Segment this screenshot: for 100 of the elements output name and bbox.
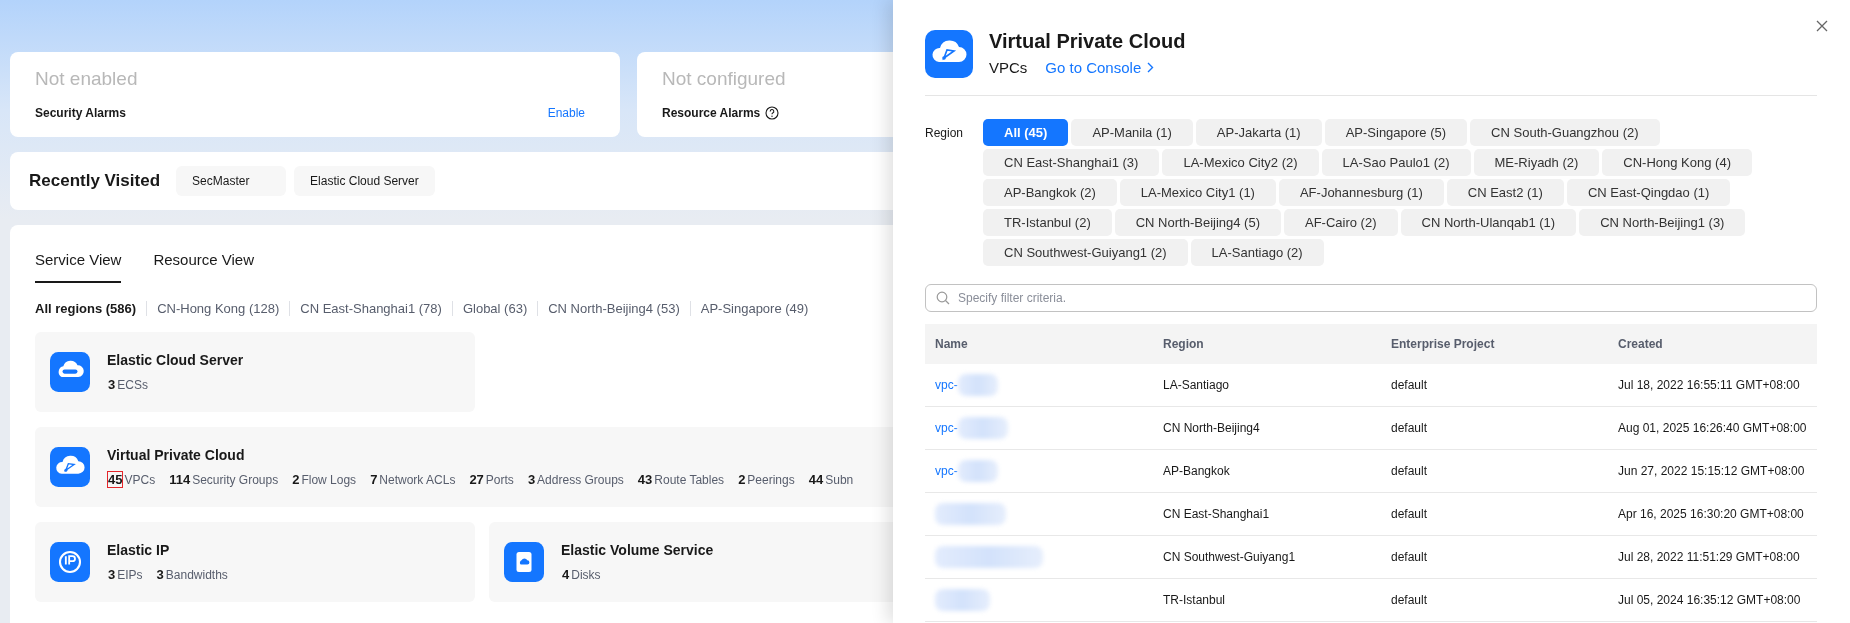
table-cell: default bbox=[1381, 536, 1608, 579]
alarm-status: Not configured bbox=[662, 68, 787, 91]
service-card[interactable]: Virtual Private Cloud 45VPCs 114Security Groups 2 Flow Logs 7 Network ACLs 27Ports 3Address Groups 43 Route Tables 2 Peerings 44Subn bbox=[35, 427, 893, 507]
region-chip[interactable]: All (45) bbox=[983, 119, 1069, 146]
resource-count[interactable]: 44Subn bbox=[807, 472, 854, 487]
resource-count[interactable]: 2 Flow Logs bbox=[291, 472, 357, 487]
table-cell: TR-Istanbul bbox=[1153, 579, 1381, 622]
service-icon bbox=[50, 542, 90, 582]
region-chip[interactable]: AP-Manila (1) bbox=[1071, 119, 1193, 146]
region-chip[interactable]: CN-Hong Kong (4) bbox=[1602, 149, 1752, 176]
table-cell: AP-Bangkok bbox=[1153, 450, 1381, 493]
resource-count[interactable]: 27Ports bbox=[468, 472, 514, 487]
service-icon bbox=[504, 542, 544, 582]
view-tab[interactable]: Service View bbox=[35, 247, 122, 283]
table-cell: CN North-Beijing4 bbox=[1153, 407, 1381, 450]
region-chip[interactable]: CN East-Qingdao (1) bbox=[1566, 179, 1731, 206]
column-header: Region bbox=[1153, 324, 1381, 364]
close-button[interactable] bbox=[1814, 18, 1830, 34]
service-icon bbox=[925, 30, 973, 78]
region-chip[interactable]: CN East-Shanghai1 (3) bbox=[983, 149, 1160, 176]
region-chip[interactable]: ME-Riyadh (2) bbox=[1473, 149, 1600, 176]
region-chip[interactable]: AF-Johannesburg (1) bbox=[1278, 179, 1444, 206]
region-chip[interactable]: AF-Cairo (2) bbox=[1284, 209, 1398, 236]
resource-count[interactable]: 4Disks bbox=[561, 567, 601, 582]
column-header: Created bbox=[1608, 324, 1817, 364]
table-cell: default bbox=[1381, 450, 1608, 493]
region-chip[interactable]: CN East2 (1) bbox=[1446, 179, 1564, 206]
region-filter[interactable]: CN North-Beijing4 (53) bbox=[537, 300, 690, 316]
region-chip[interactable]: AP-Jakarta (1) bbox=[1195, 119, 1322, 146]
vpc-name-link[interactable]: vpc- bbox=[935, 421, 958, 435]
table-cell: Jul 18, 2022 16:55:11 GMT+08:00 bbox=[1608, 364, 1817, 407]
column-header: Enterprise Project bbox=[1381, 324, 1608, 364]
resource-count[interactable]: 3 ECSs bbox=[107, 377, 148, 392]
alarm-label: Security Alarms bbox=[35, 106, 126, 120]
resource-count[interactable]: 43 Route Tables bbox=[636, 472, 725, 487]
table-cell: Jun 27, 2022 15:15:12 GMT+08:00 bbox=[1608, 450, 1817, 493]
region-filter[interactable]: Global (63) bbox=[451, 300, 538, 316]
drawer-subtitle: VPCs bbox=[989, 59, 1028, 76]
alarm-status: Not enabled bbox=[35, 68, 139, 91]
region-chip[interactable]: AP-Bangkok (2) bbox=[983, 179, 1117, 206]
resource-count[interactable]: 3 EIPs bbox=[107, 567, 143, 582]
redacted-blur bbox=[957, 374, 998, 396]
table-cell: LA-Santiago bbox=[1153, 364, 1381, 407]
region-chip[interactable]: TR-Istanbul (2) bbox=[983, 209, 1112, 236]
region-chip[interactable]: CN North-Beijing1 (3) bbox=[1579, 209, 1746, 236]
redacted-blur bbox=[935, 503, 1006, 525]
view-tab[interactable]: Resource View bbox=[153, 247, 255, 283]
resource-count[interactable]: 114Security Groups bbox=[168, 472, 279, 487]
alarm-label: Resource Alarms bbox=[662, 106, 761, 120]
region-chip[interactable]: CN South-Guangzhou (2) bbox=[1470, 119, 1660, 146]
service-icon bbox=[50, 447, 90, 487]
service-name: Elastic IP bbox=[107, 542, 171, 558]
redacted-blur bbox=[935, 589, 990, 611]
region-chip[interactable]: CN North-Beijing4 (5) bbox=[1114, 209, 1281, 236]
table-cell: default bbox=[1381, 579, 1608, 622]
service-card[interactable]: Elastic IP 3 EIPs 3Bandwidths bbox=[35, 522, 475, 602]
table-cell: Jul 05, 2024 16:35:12 GMT+08:00 bbox=[1608, 579, 1817, 622]
region-label: Region bbox=[925, 126, 964, 140]
recent-service-chip[interactable]: SecMaster bbox=[176, 166, 287, 196]
region-filter[interactable]: AP-Singapore (49) bbox=[689, 300, 819, 316]
service-card[interactable]: Elastic Cloud Server 3 ECSs bbox=[35, 332, 475, 412]
service-name: Elastic Volume Service bbox=[561, 542, 714, 558]
service-name: Elastic Cloud Server bbox=[107, 352, 244, 368]
service-icon bbox=[50, 352, 90, 392]
table-cell: Jul 28, 2022 11:51:29 GMT+08:00 bbox=[1608, 536, 1817, 579]
vpc-name-link[interactable]: vpc- bbox=[935, 378, 958, 392]
region-chip[interactable]: LA-Santiago (2) bbox=[1190, 239, 1324, 266]
region-filter[interactable]: CN-Hong Kong (128) bbox=[146, 300, 290, 316]
table-cell: CN Southwest-Guiyang1 bbox=[1153, 536, 1381, 579]
region-chip[interactable]: CN Southwest-Guiyang1 (2) bbox=[983, 239, 1188, 266]
region-chip[interactable]: CN North-Ulanqab1 (1) bbox=[1400, 209, 1577, 236]
search-field[interactable]: Specify filter criteria. bbox=[925, 284, 1817, 312]
redacted-blur bbox=[957, 417, 1008, 439]
region-chip[interactable]: LA-Mexico City1 (1) bbox=[1119, 179, 1276, 206]
help-icon[interactable] bbox=[765, 106, 780, 120]
column-header: Name bbox=[925, 324, 1153, 364]
console-link[interactable]: Go to Console bbox=[1045, 59, 1155, 76]
resource-count[interactable]: 45VPCs bbox=[107, 472, 156, 487]
recent-service-chip[interactable]: Elastic Cloud Server bbox=[294, 166, 435, 196]
region-chip[interactable]: LA-Mexico City2 (2) bbox=[1162, 149, 1319, 176]
service-name: Virtual Private Cloud bbox=[107, 447, 246, 463]
service-card[interactable]: Elastic Volume Service 4Disks bbox=[489, 522, 893, 602]
table-cell: default bbox=[1381, 364, 1608, 407]
resource-count[interactable]: 2 Peerings bbox=[737, 472, 795, 487]
redacted-blur bbox=[957, 460, 998, 482]
table-cell: Aug 01, 2025 16:26:40 GMT+08:00 bbox=[1608, 407, 1817, 450]
search-icon bbox=[936, 291, 950, 305]
region-filter[interactable]: CN East-Shanghai1 (78) bbox=[289, 300, 452, 316]
vpc-name-link[interactable]: vpc- bbox=[935, 464, 958, 478]
chevron-right-icon bbox=[1147, 62, 1155, 73]
table-cell: CN East-Shanghai1 bbox=[1153, 493, 1381, 536]
region-filter[interactable]: All regions (586) bbox=[35, 300, 147, 316]
drawer-title: Virtual Private Cloud bbox=[989, 30, 1186, 53]
table-cell: Apr 16, 2025 16:30:20 GMT+08:00 bbox=[1608, 493, 1817, 536]
region-chip[interactable]: LA-Sao Paulo1 (2) bbox=[1321, 149, 1471, 176]
enable-link[interactable]: Enable bbox=[547, 106, 585, 120]
region-chip[interactable]: AP-Singapore (5) bbox=[1324, 119, 1468, 146]
resource-count[interactable]: 3Bandwidths bbox=[155, 567, 228, 582]
resource-count[interactable]: 7 Network ACLs bbox=[369, 472, 456, 487]
resource-count[interactable]: 3Address Groups bbox=[526, 472, 624, 487]
